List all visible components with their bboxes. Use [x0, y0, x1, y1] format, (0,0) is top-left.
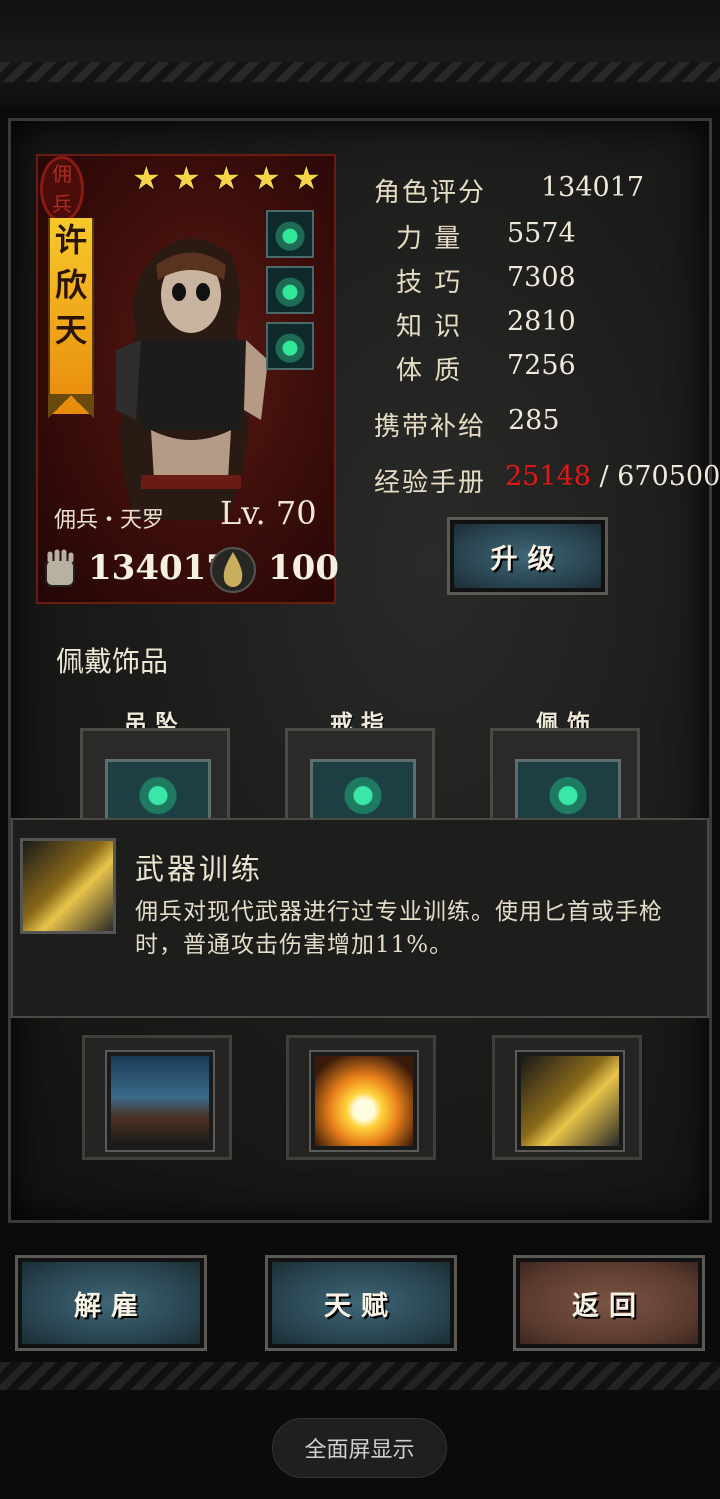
supply-label: 携带补给	[374, 412, 487, 442]
pendant-slot[interactable]	[80, 728, 230, 821]
exp-total: 670500	[617, 461, 720, 492]
banner-tail	[48, 394, 94, 420]
ring-icon[interactable]	[266, 266, 314, 314]
dismiss-button[interactable]: 解雇	[15, 1255, 207, 1351]
pendant-icon[interactable]	[266, 210, 314, 258]
supply-drop-icon	[210, 547, 256, 593]
star-icon: ★	[172, 159, 201, 197]
strength-label: 力 量	[396, 224, 463, 254]
name-char: 许	[54, 221, 87, 259]
constitution-value: 7256	[507, 350, 576, 381]
dagger-icon	[515, 1050, 625, 1152]
ring-slot[interactable]	[285, 728, 435, 821]
carried-supply-value: 285	[508, 405, 560, 436]
supply-value: 100	[268, 548, 339, 588]
accessories-title: 佩戴饰品	[56, 645, 169, 678]
knowledge-label: 知 识	[396, 312, 463, 342]
rating-label: 角色评分	[374, 178, 487, 208]
fist-icon	[45, 549, 75, 587]
mercenary-portrait	[116, 238, 268, 520]
dagger-icon	[20, 838, 116, 934]
star-icon: ★	[292, 159, 321, 197]
ring-icon	[310, 759, 416, 821]
top-ornament	[0, 62, 720, 82]
skill-slot-2[interactable]	[286, 1035, 436, 1160]
charm-icon	[515, 759, 621, 821]
bottom-ornament	[0, 1362, 720, 1390]
star-rating: ★ ★ ★ ★ ★	[132, 162, 324, 194]
skill-slot-3[interactable]	[492, 1035, 642, 1160]
skill-slot-1[interactable]	[82, 1035, 232, 1160]
seal-text: 佣兵	[52, 162, 72, 216]
class-seal: 佣兵	[40, 156, 84, 222]
pendant-icon	[105, 759, 211, 821]
knowledge-value: 2810	[507, 306, 576, 337]
exp-label: 经验手册	[374, 468, 487, 498]
hero-class: 佣兵・天罗	[54, 508, 165, 533]
star-icon: ★	[212, 159, 241, 197]
exp-current: 25148	[505, 461, 591, 492]
exp-value: 25148 / 670500	[505, 461, 720, 492]
tooltip-description: 佣兵对现代武器进行过专业训练。使用匕首或手枪时，普通攻击伤害增加11%。	[135, 899, 663, 958]
explosion-icon	[309, 1050, 419, 1152]
hero-level: Lv. 70	[220, 494, 317, 532]
name-char: 天	[54, 311, 87, 349]
talent-button[interactable]: 天赋	[265, 1255, 457, 1351]
chains-icon	[105, 1050, 215, 1152]
rating-value: 134017	[541, 172, 645, 203]
charm-icon[interactable]	[266, 322, 314, 370]
charm-slot[interactable]	[490, 728, 640, 821]
star-icon: ★	[252, 159, 281, 197]
fullscreen-button[interactable]: 全面屏显示	[272, 1418, 447, 1478]
upgrade-button[interactable]: 升级	[447, 517, 608, 595]
skill-value: 7308	[507, 262, 576, 293]
exp-separator: /	[590, 461, 618, 492]
name-banner: 许 欣 天	[48, 218, 94, 414]
tooltip-title: 武器训练	[135, 852, 264, 886]
strength-value: 5574	[507, 218, 576, 249]
star-icon: ★	[132, 159, 161, 197]
name-char: 欣	[54, 266, 87, 304]
skill-label: 技 巧	[396, 268, 463, 298]
top-border	[0, 0, 720, 110]
back-button[interactable]: 返回	[513, 1255, 705, 1351]
constitution-label: 体 质	[396, 356, 463, 386]
